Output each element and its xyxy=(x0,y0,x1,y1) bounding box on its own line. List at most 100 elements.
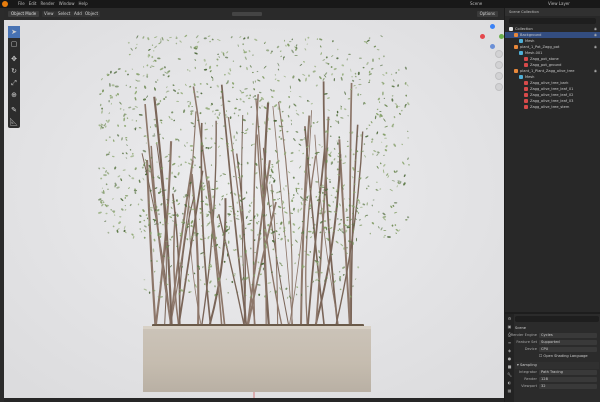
scene-tab-icon[interactable]: ◈ xyxy=(505,346,514,354)
outliner-search-input[interactable] xyxy=(509,18,596,24)
viewport-menu-add[interactable]: Add xyxy=(72,11,84,17)
outliner: Scene Collection Collection ◉ Background ◉ M… xyxy=(505,8,600,312)
material-icon xyxy=(524,98,528,103)
timeline-strip[interactable] xyxy=(4,398,504,402)
3d-viewport[interactable]: Object Mode View Select Add Object Optio… xyxy=(4,8,504,398)
mesh-icon xyxy=(519,50,523,55)
mesh-icon xyxy=(519,74,523,79)
blender-logo-icon[interactable] xyxy=(2,1,8,7)
render-engine-label: Render Engine xyxy=(510,333,537,337)
measure-icon[interactable]: 📐︎ xyxy=(8,116,20,128)
render-tab-icon[interactable]: ▣ xyxy=(505,322,514,330)
outliner-row-label: Mesh xyxy=(525,75,535,79)
rotate-icon[interactable]: ↻ xyxy=(8,65,20,77)
viewport-menu-view[interactable]: View xyxy=(42,11,56,17)
scene-selector[interactable]: Scene xyxy=(470,0,482,8)
view-layer-selector[interactable]: View Layer xyxy=(548,0,570,8)
sampling-panel-header[interactable]: ▾ Sampling xyxy=(515,362,599,369)
navigation-buttons xyxy=(495,50,503,94)
osl-checkbox[interactable]: ☐ Open Shading Language xyxy=(539,353,588,360)
axis-x-icon[interactable] xyxy=(480,34,485,39)
axis-neg-z-icon[interactable] xyxy=(490,44,495,49)
outliner-row[interactable]: Zagg_olive_tree_stem xyxy=(505,104,600,110)
integrator-select[interactable]: Path Tracing xyxy=(539,370,597,375)
material-icon xyxy=(524,104,528,109)
outliner-header: Scene Collection xyxy=(505,8,600,16)
viewport-samples-label: Viewport xyxy=(521,384,537,388)
viewport-samples-field[interactable]: 32 xyxy=(539,384,597,389)
object-tab-icon[interactable]: ■ xyxy=(505,362,514,370)
top-bar: File Edit Render Window Help Scene View … xyxy=(0,0,600,8)
device-label: Device xyxy=(524,347,537,351)
outliner-row-label: Mesh xyxy=(525,39,535,43)
sampling-title: Sampling xyxy=(519,363,537,367)
perspective-toggle-icon[interactable] xyxy=(495,83,503,91)
outliner-row-label: Mesh.001 xyxy=(525,51,543,55)
axis-y-icon[interactable] xyxy=(499,34,504,39)
select-box-icon[interactable]: ▢ xyxy=(8,38,20,50)
transform-pivot-icon[interactable] xyxy=(232,12,262,16)
outliner-row-label: plant_1_Pot_Zagg_pot xyxy=(520,45,560,49)
texture-tab-icon[interactable]: ▦ xyxy=(505,386,514,394)
outliner-row-label: Zagg_pot_stone xyxy=(530,57,559,61)
axis-z-icon[interactable] xyxy=(490,24,495,29)
feature-set-row: Feature Set Supported xyxy=(515,339,599,346)
options-button[interactable]: Options xyxy=(476,11,498,17)
properties-editor: ⚙ ▣ ⎙ ≡ ◈ ● ■ 🔧︎ ◐ ▦ Scene Render Engine… xyxy=(505,314,600,402)
main-menu: File Edit Render Window Help xyxy=(18,0,88,8)
viewport-menu-select[interactable]: Select xyxy=(56,11,73,17)
material-icon xyxy=(524,86,528,91)
outliner-row-label: plant_1_Plant_Zagg_olive_tree xyxy=(520,69,575,73)
feature-set-label: Feature Set xyxy=(516,340,537,344)
menu-help[interactable]: Help xyxy=(78,0,87,8)
planter-box xyxy=(143,326,371,392)
object-icon xyxy=(514,44,518,49)
toolbar: ➤ ▢ ✥ ↻ ⤢ ⊕ ✎ 📐︎ xyxy=(8,26,20,128)
zoom-icon[interactable] xyxy=(495,50,503,58)
move-icon[interactable]: ✥ xyxy=(8,53,20,65)
outliner-row-label: Background xyxy=(520,33,542,37)
material-tab-icon[interactable]: ◐ xyxy=(505,378,514,386)
properties-context-title: Scene xyxy=(515,326,526,330)
scale-icon[interactable]: ⤢ xyxy=(8,77,20,89)
outliner-tree: Collection ◉ Background ◉ Mesh plant_1_Pot_Za… xyxy=(505,26,600,110)
collection-info: (1) Scene Collection | ... xyxy=(24,29,72,34)
annotate-icon[interactable]: ✎ xyxy=(8,104,20,116)
object-icon xyxy=(514,32,518,37)
tool-tab-icon[interactable]: ⚙ xyxy=(505,314,514,322)
view-layer-tab-icon[interactable]: ≡ xyxy=(505,338,514,346)
material-icon xyxy=(524,56,528,61)
viewport-menu-object[interactable]: Object xyxy=(83,11,101,17)
outliner-row-label: Zagg_olive_tree_stem xyxy=(530,105,570,109)
device-select[interactable]: CPU xyxy=(539,347,597,352)
outliner-row-label: Zagg_olive_tree_leaf_02 xyxy=(530,93,574,97)
outliner-row-label: Zagg_olive_tree_leaf_03 xyxy=(530,99,574,103)
mesh-icon xyxy=(519,38,523,43)
menu-render[interactable]: Render xyxy=(40,0,54,8)
transform-icon[interactable]: ⊕ xyxy=(8,89,20,101)
render-samples-field[interactable]: 128 xyxy=(539,377,597,382)
outliner-title: Scene Collection xyxy=(509,10,539,14)
feature-set-select[interactable]: Supported xyxy=(539,340,597,345)
cursor-icon[interactable]: ➤ xyxy=(8,26,20,38)
world-tab-icon[interactable]: ● xyxy=(505,354,514,362)
properties-search-input[interactable] xyxy=(515,316,599,322)
plant-foliage xyxy=(97,34,410,327)
menu-window[interactable]: Window xyxy=(59,0,75,8)
menu-file[interactable]: File xyxy=(18,0,25,8)
navigation-gizmo[interactable] xyxy=(480,24,504,50)
render-engine-select[interactable]: Cycles xyxy=(539,333,597,338)
material-icon xyxy=(524,92,528,97)
render-engine-row: Render Engine Cycles xyxy=(511,332,599,339)
integrator-label: Integrator xyxy=(518,370,537,374)
material-icon xyxy=(524,80,528,85)
render-samples-label: Render xyxy=(524,377,537,381)
menu-edit[interactable]: Edit xyxy=(29,0,37,8)
modifier-tab-icon[interactable]: 🔧︎ xyxy=(505,370,514,378)
viewport-header: Object Mode View Select Add Object Optio… xyxy=(4,8,504,20)
outliner-row-label: Zagg_pot_ground xyxy=(530,63,562,67)
camera-view-icon[interactable] xyxy=(495,72,503,80)
mode-selector[interactable]: Object Mode xyxy=(8,11,40,17)
viewport-overlay-text: User Perspective (1) Scene Collection | … xyxy=(24,24,72,34)
pan-icon[interactable] xyxy=(495,61,503,69)
